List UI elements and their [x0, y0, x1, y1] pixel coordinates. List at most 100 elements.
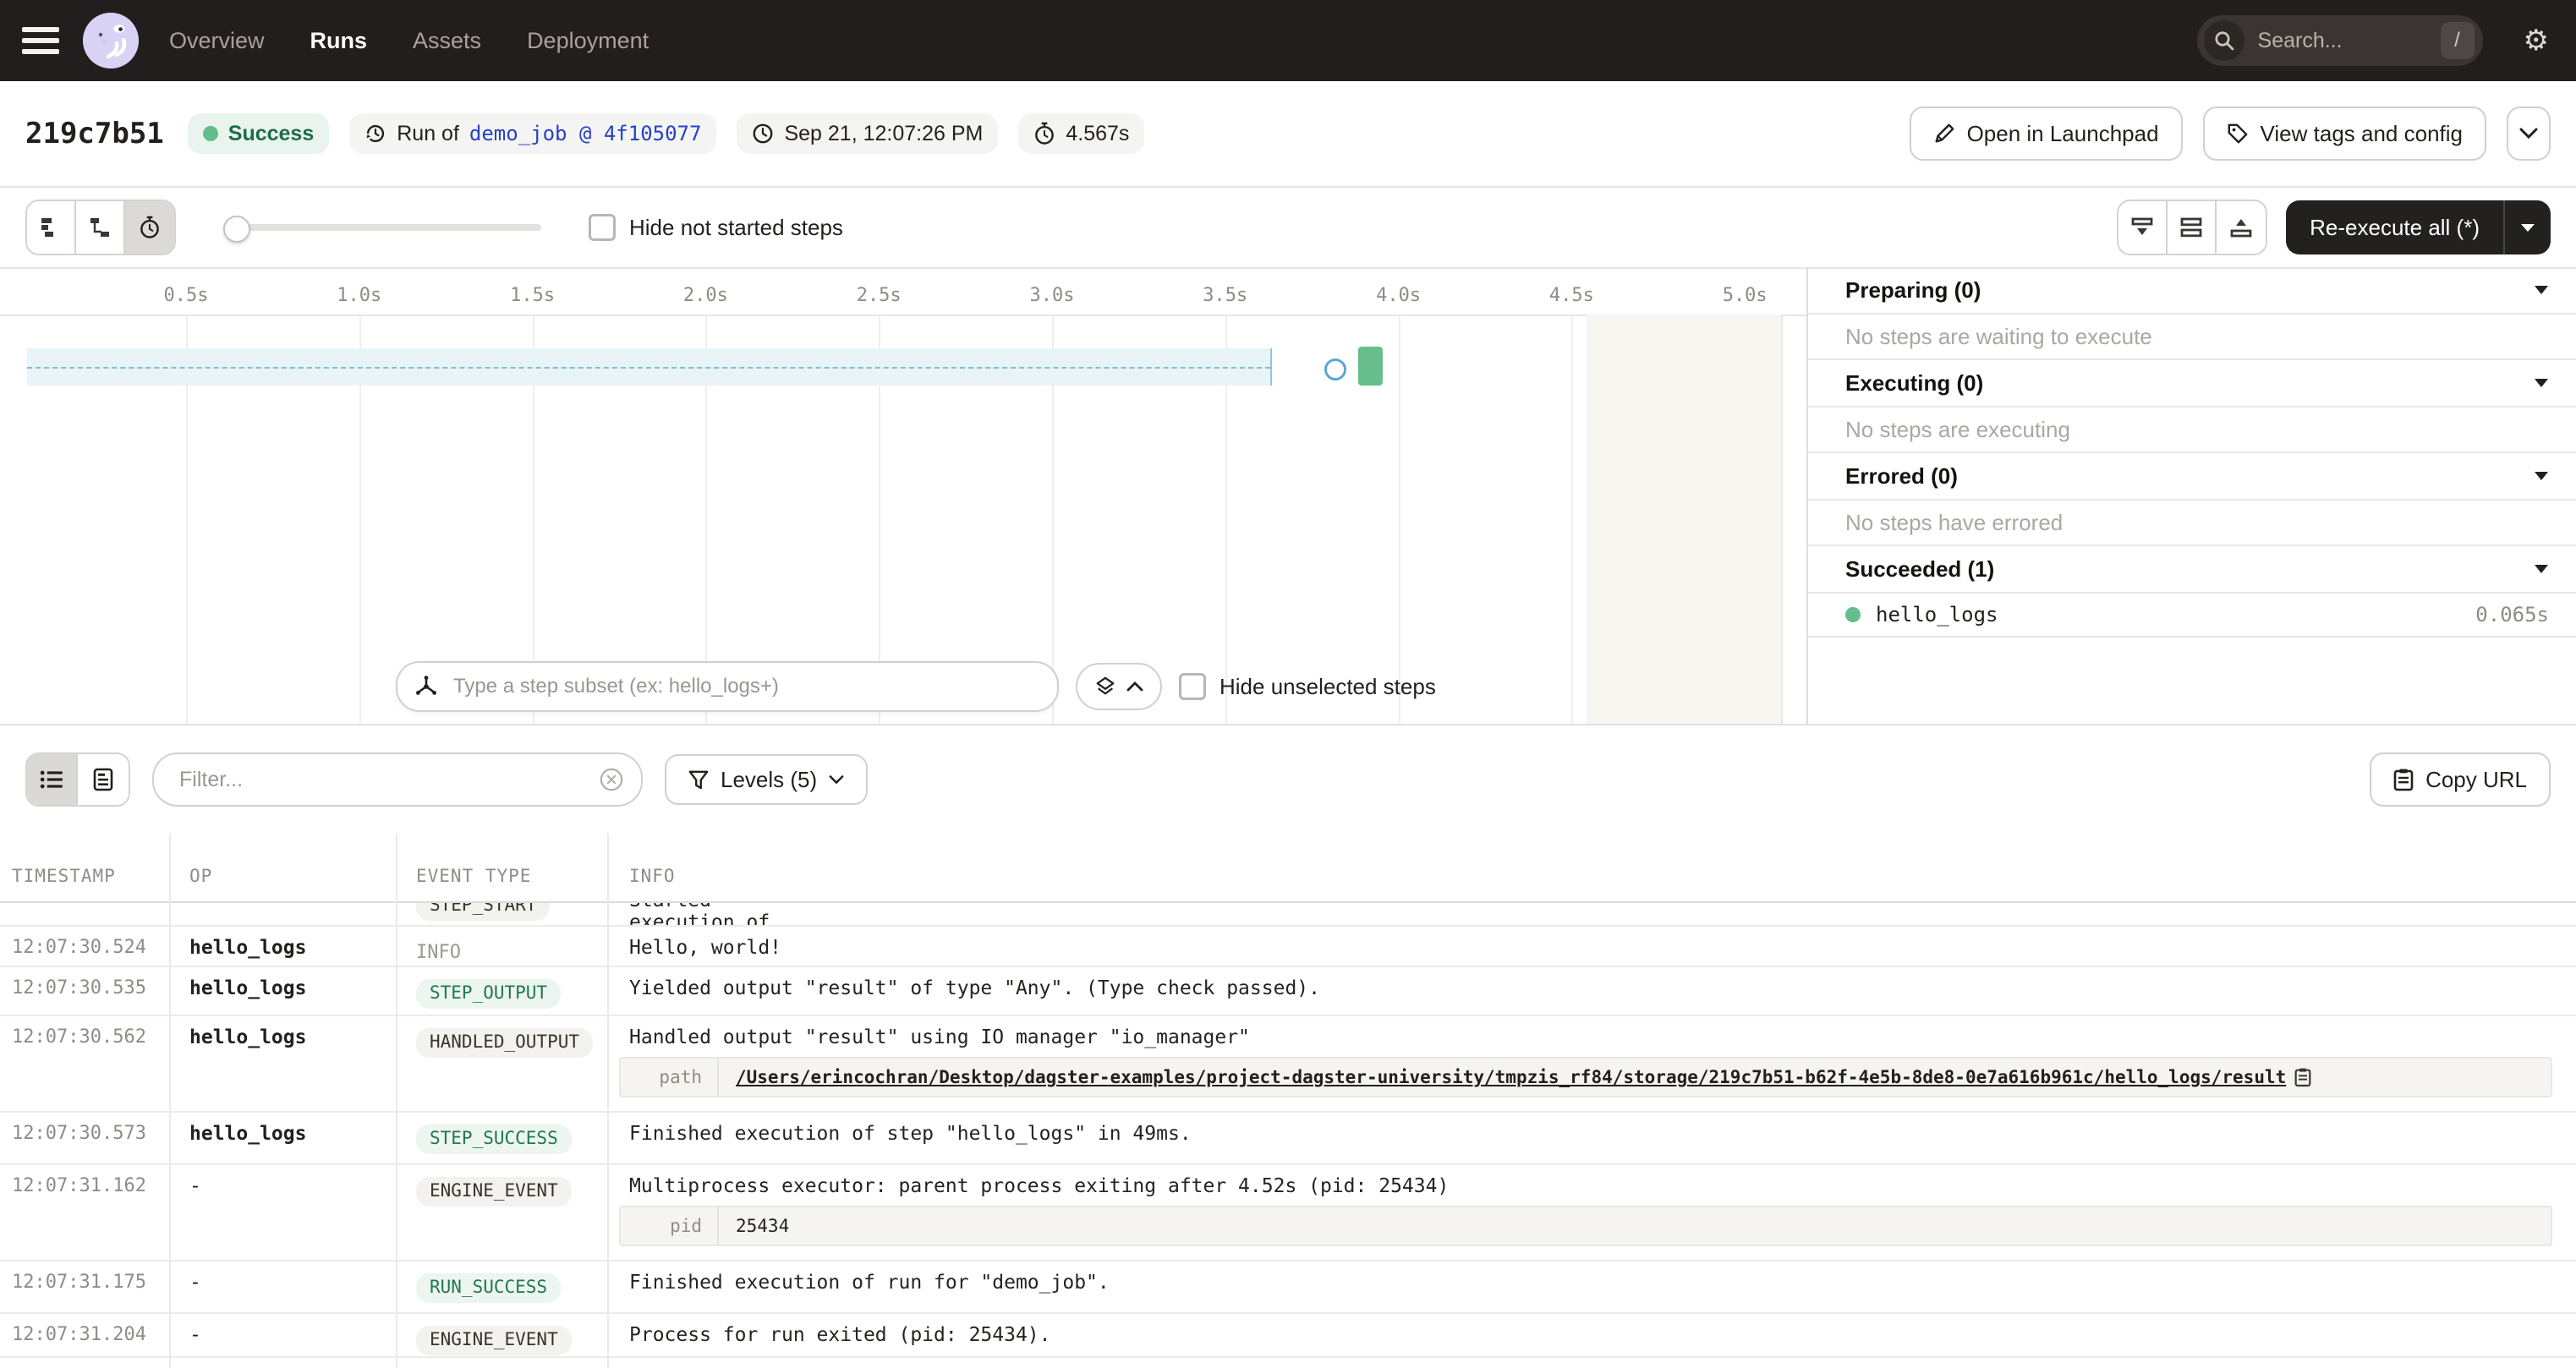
log-row-run_success[interactable]: 12:07:31.175-RUN_SUCCESSFinished executi…: [0, 1261, 2576, 1314]
section-title: Executing (0): [1845, 370, 1983, 397]
log-panel-position-group: [2117, 200, 2267, 255]
copy-path-icon[interactable]: [2294, 1067, 2311, 1087]
open-launchpad-button[interactable]: Open in Launchpad: [1910, 107, 2183, 161]
levels-label: Levels (5): [721, 767, 817, 793]
log-timestamp: 12:07:31.175: [0, 1261, 169, 1312]
meta-key: path: [621, 1059, 719, 1096]
log-row-handled_output[interactable]: 12:07:30.562hello_logsHANDLED_OUTPUTHand…: [0, 1016, 2576, 1113]
log-list-view-button[interactable]: [27, 754, 78, 805]
gantt-toolbar: Hide not started steps Re-execute all (*…: [0, 188, 2576, 269]
view-waterfall-button[interactable]: [76, 201, 125, 254]
hide-not-started-checkbox-row[interactable]: Hide not started steps: [589, 214, 843, 241]
slider-thumb[interactable]: [223, 216, 250, 243]
log-metadata-table: path/Users/erincochran/Desktop/dagster-e…: [619, 1057, 2552, 1097]
section-header-preparing[interactable]: Preparing (0): [1808, 267, 2576, 315]
header-more-actions-button[interactable]: [2507, 107, 2551, 161]
reexecute-split-button: Re-execute all (*): [2286, 200, 2551, 254]
step-subset-row: Hide unselected steps: [396, 661, 1436, 712]
log-row-info[interactable]: 12:07:30.524hello_logsINFOHello, world!: [0, 927, 2576, 967]
job-link[interactable]: demo_job @ 4f105077: [469, 122, 702, 145]
step-start-marker[interactable]: [1324, 358, 1346, 380]
log-filter-input[interactable]: [176, 766, 599, 794]
log-row-engine_event[interactable]: 12:07:31.204-ENGINE_EVENTProcess for run…: [0, 1314, 2576, 1358]
clear-filter-icon[interactable]: [599, 767, 624, 792]
graph-query-options-button[interactable]: [1076, 663, 1162, 710]
view-tags-config-button[interactable]: View tags and config: [2203, 107, 2486, 161]
event-type-badge: STEP_SUCCESS: [416, 1124, 572, 1154]
nav-link-overview[interactable]: Overview: [169, 28, 265, 54]
axis-tick-label: 0.5s: [164, 285, 209, 306]
section-header-succeeded[interactable]: Succeeded (1): [1808, 546, 2576, 594]
section-collapse-icon[interactable]: [2534, 378, 2549, 388]
panel-expand-top-button[interactable]: [2217, 201, 2266, 254]
log-message: Multiprocess executor: parent process ex…: [629, 1175, 2576, 1197]
section-collapse-icon[interactable]: [2534, 471, 2549, 481]
section-header-executing[interactable]: Executing (0): [1808, 360, 2576, 408]
caret-down-icon: [2520, 222, 2535, 233]
run-logs-section: Levels (5) Copy URL TIMESTAMP OP EVENT T…: [0, 724, 2576, 1368]
event-type-badge: ENGINE_EVENT: [416, 1177, 572, 1207]
hide-unselected-checkbox[interactable]: [1179, 673, 1206, 700]
gantt-zoom-slider[interactable]: [223, 216, 541, 239]
log-op-name: [169, 903, 396, 927]
log-row-empty: [0, 1358, 2576, 1368]
event-type-badge: HANDLED_OUTPUT: [416, 1028, 593, 1058]
event-type-badge: RUN_SUCCESS: [416, 1273, 561, 1303]
view-timed-button[interactable]: [125, 201, 174, 254]
hide-not-started-checkbox[interactable]: [589, 214, 616, 241]
log-row-step_success[interactable]: 12:07:30.573hello_logsSTEP_SUCCESSFinish…: [0, 1113, 2576, 1165]
slider-track: [223, 224, 541, 231]
step-row-hello_logs[interactable]: hello_logs0.065s: [1808, 594, 2576, 637]
waterfall-icon: [89, 216, 111, 238]
log-op-name: -: [169, 1314, 396, 1356]
log-op-name: -: [169, 1261, 396, 1312]
run-header: 219c7b51 Success Run of demo_job @ 4f105…: [0, 81, 2576, 188]
levels-filter-button[interactable]: Levels (5): [665, 754, 868, 805]
log-row-step_output[interactable]: 12:07:30.535hello_logsSTEP_OUTPUTYielded…: [0, 967, 2576, 1016]
section-empty-text: No steps are waiting to execute: [1808, 315, 2576, 360]
step-status-dot: [1845, 607, 1861, 622]
caret-up-icon: [1126, 681, 1143, 692]
axis-tick-label: 4.0s: [1376, 285, 1421, 306]
nav-link-assets[interactable]: Assets: [413, 28, 481, 54]
duration-badge: 4.567s: [1018, 113, 1144, 154]
section-collapse-icon[interactable]: [2534, 285, 2549, 295]
gantt-time-axis: 0.5s1.0s1.5s2.0s2.5s3.0s3.5s4.0s4.5s5.0s: [0, 267, 1806, 316]
panel-expand-bottom-button[interactable]: [2118, 201, 2168, 254]
axis-tick-label: 5.0s: [1723, 285, 1768, 306]
hide-unselected-checkbox-row[interactable]: Hide unselected steps: [1179, 673, 1436, 700]
copy-url-button[interactable]: Copy URL: [2370, 752, 2551, 807]
step-waiting-bar[interactable]: [27, 348, 1272, 386]
log-toolbar: Levels (5) Copy URL: [0, 725, 2576, 834]
log-timestamp: 12:07:30.524: [0, 927, 169, 966]
settings-gear-icon[interactable]: ⚙: [2524, 26, 2549, 55]
view-flat-button[interactable]: [27, 201, 76, 254]
meta-value: 25434: [736, 1216, 789, 1236]
meta-path-link[interactable]: /Users/erincochran/Desktop/dagster-examp…: [736, 1067, 2286, 1087]
reexecute-dropdown-button[interactable]: [2505, 200, 2551, 254]
nav-links: Overview Runs Assets Deployment: [169, 28, 649, 54]
search-icon: [2204, 20, 2244, 61]
section-collapse-icon[interactable]: [2534, 564, 2549, 574]
after-run-shade: [1587, 315, 1783, 724]
reexecute-all-button[interactable]: Re-execute all (*): [2286, 200, 2503, 254]
log-row-engine_event[interactable]: 12:07:31.162-ENGINE_EVENTMultiprocess ex…: [0, 1165, 2576, 1261]
dagster-logo-icon[interactable]: [83, 13, 139, 68]
nav-link-deployment[interactable]: Deployment: [527, 28, 649, 54]
status-label: Success: [228, 122, 314, 146]
menu-icon[interactable]: [22, 27, 59, 54]
log-row-step_start[interactable]: STEP_STARTStarted execution of step "hel…: [0, 903, 2576, 927]
step-subset-input[interactable]: [450, 673, 1040, 700]
log-timestamp: 12:07:30.535: [0, 967, 169, 1015]
gridline: [1571, 315, 1573, 724]
step-subset-input-wrap: [396, 661, 1059, 712]
waiting-dash-line: [27, 367, 1270, 369]
global-search[interactable]: Search... /: [2197, 15, 2483, 66]
step-exec-bar-hello_logs[interactable]: [1358, 347, 1383, 386]
axis-tick-label: 3.5s: [1203, 285, 1247, 306]
log-op-name: -: [169, 1165, 396, 1260]
log-structured-view-button[interactable]: [78, 754, 129, 805]
section-header-errored[interactable]: Errored (0): [1808, 453, 2576, 501]
nav-link-runs[interactable]: Runs: [310, 28, 368, 54]
panel-split-button[interactable]: [2168, 201, 2217, 254]
